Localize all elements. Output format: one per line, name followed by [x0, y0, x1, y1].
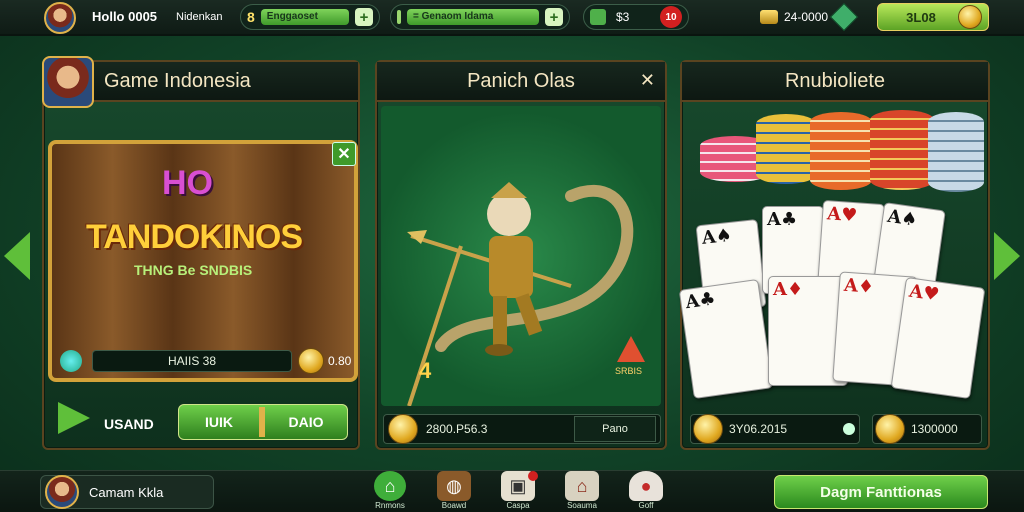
slot-coin-icon [298, 348, 324, 374]
house-icon: ⌂ [565, 471, 599, 501]
footer-player-name: Camam Kkla [89, 484, 164, 500]
poker-chips-icon [870, 110, 934, 190]
slot-bet-field: HAIIS 38 [92, 350, 292, 372]
notification-badge[interactable]: 10 [660, 6, 682, 28]
balance-label: IUIK [205, 414, 233, 430]
nav-label: Boawd [441, 501, 467, 510]
prev-arrow-icon[interactable] [4, 232, 30, 280]
coin-icon [958, 5, 982, 29]
featured-coin-icon [388, 414, 418, 444]
xp-bar-label: Enggaoset [260, 9, 349, 25]
player-avatar [45, 475, 79, 509]
xp-bar[interactable]: 8 Enggaoset + [240, 4, 380, 30]
warning-badge-icon [617, 336, 645, 362]
slot-win-value: 0.80 [328, 354, 352, 368]
cta-button[interactable]: Dagm Fanttionas [774, 475, 988, 509]
top-bar: Hollo 0005 Nidenkan 8 Enggaoset + = Gena… [0, 0, 1024, 36]
coins-value: 24-0000 [784, 10, 829, 24]
play-triangle-icon[interactable] [58, 402, 90, 434]
slots-panel-title: Game Indonesia [104, 69, 251, 92]
nav-item-caspa[interactable]: ▣ Caspa [488, 471, 548, 510]
cards-artwork[interactable]: A♠ A♣ A♥ A♠ A♣ A♦ A♦ A♥ [678, 106, 986, 406]
slot-logo-main: TANDOKINOS [86, 218, 303, 256]
cards-panel-header: Rnubioliete [682, 62, 988, 102]
gem-icon [60, 350, 82, 372]
slot-logo-sub: THNG Be SNDBIS [134, 262, 253, 278]
featured-info-field: 2800.P56.3 Pano [383, 414, 661, 444]
slot-machine-window[interactable]: HO TANDOKINOS THNG Be SNDBIS ✕ HAIIS 38 … [48, 140, 358, 382]
slots-panel: Game Indonesia HO TANDOKINOS THNG Be SND… [42, 56, 360, 450]
cards-panel-title: Rnubioliete [784, 69, 886, 92]
energy-marker-icon [397, 10, 401, 24]
close-icon[interactable]: ✕ [640, 70, 655, 91]
slot-bet-value: HAIIS 38 [167, 354, 217, 368]
add-energy-plus-icon[interactable]: + [545, 8, 563, 26]
cards-value-right-field: 1300000 [872, 414, 982, 444]
level-label: Nidenkan [176, 11, 223, 23]
messages-counter[interactable]: $3 10 [583, 4, 689, 30]
featured-panel-header: Panich Olas [377, 62, 665, 102]
play-label: USAND [104, 416, 154, 432]
nav-item-boawd[interactable]: ◍ Boawd [424, 471, 484, 510]
poker-chips-icon [928, 112, 984, 192]
coins-counter: 24-0000 [760, 2, 866, 32]
playing-card: A♥ [890, 276, 986, 400]
dot-icon [843, 423, 855, 435]
cards-panel: Rnubioliete A♠ A♣ A♥ A♠ A♣ A♦ A♦ A♥ 3Y06… [678, 60, 990, 450]
shop-button-label: 3L08 [906, 9, 936, 25]
cards-value-left-field: 3Y06.2015 [690, 414, 860, 444]
featured-panel-title: Panich Olas [467, 69, 575, 92]
nav-label: Rnmons [375, 501, 405, 510]
energy-bar-label: = Genaom Idama [407, 9, 539, 25]
playing-card: A♣ [678, 278, 774, 400]
featured-artwork[interactable]: SRBIS 4 [381, 106, 661, 407]
home-icon: ⌂ [374, 471, 406, 501]
bottom-nav: ⌂ Rnmons ◍ Boawd ▣ Caspa ⌂ Soauma ● Goff [360, 471, 676, 510]
nav-item-soauma[interactable]: ⌂ Soauma [552, 471, 612, 510]
mushroom-icon: ● [629, 471, 663, 501]
player-profile[interactable]: Camam Kkla [40, 475, 214, 509]
nav-item-rnmons[interactable]: ⌂ Rnmons [360, 471, 420, 510]
add-xp-plus-icon[interactable]: + [355, 8, 373, 26]
gold-bars-icon [760, 10, 778, 24]
cards-value-left: 3Y06.2015 [729, 422, 788, 436]
gem-icon [590, 9, 606, 25]
next-arrow-icon[interactable] [994, 232, 1020, 280]
featured-bottom-right[interactable]: Pano [574, 416, 656, 442]
energy-bar[interactable]: = Genaom Idama + [390, 4, 570, 30]
messages-value: $3 [616, 10, 630, 24]
cards-value-right: 1300000 [911, 422, 958, 436]
nav-item-goff[interactable]: ● Goff [616, 471, 676, 510]
badge-label: SRBIS [615, 366, 643, 376]
slots-character-avatar [42, 56, 94, 108]
notification-dot [528, 471, 538, 481]
cards-coin-icon [693, 414, 723, 444]
balance-button[interactable]: IUIK DAIO [178, 404, 348, 440]
featured-panel: Panich Olas ✕ SRBIS 4 2800.P56.3 Pano [375, 60, 667, 450]
level-value: 8 [247, 9, 255, 25]
drum-icon: ◍ [437, 471, 471, 501]
bottom-bar: Camam Kkla ⌂ Rnmons ◍ Boawd ▣ Caspa ⌂ So… [0, 470, 1024, 512]
cards-coin-icon [875, 414, 905, 444]
nav-label: Caspa [506, 501, 530, 510]
poker-chips-icon [810, 112, 872, 190]
corner-number: 4 [419, 358, 432, 383]
slot-logo-top: HO [162, 164, 213, 202]
nav-label: Goff [638, 501, 654, 510]
player-name: Hollo 0005 [92, 9, 158, 24]
poker-chips-icon [756, 114, 816, 184]
balance-value: DAIO [288, 414, 324, 430]
player-avatar[interactable] [44, 2, 76, 34]
emerald-icon [829, 2, 859, 32]
shop-button[interactable]: 3L08 [877, 3, 989, 31]
nav-label: Soauma [567, 501, 597, 510]
slot-close-icon[interactable]: ✕ [332, 142, 356, 166]
featured-bottom-value: 2800.P56.3 [426, 422, 488, 436]
